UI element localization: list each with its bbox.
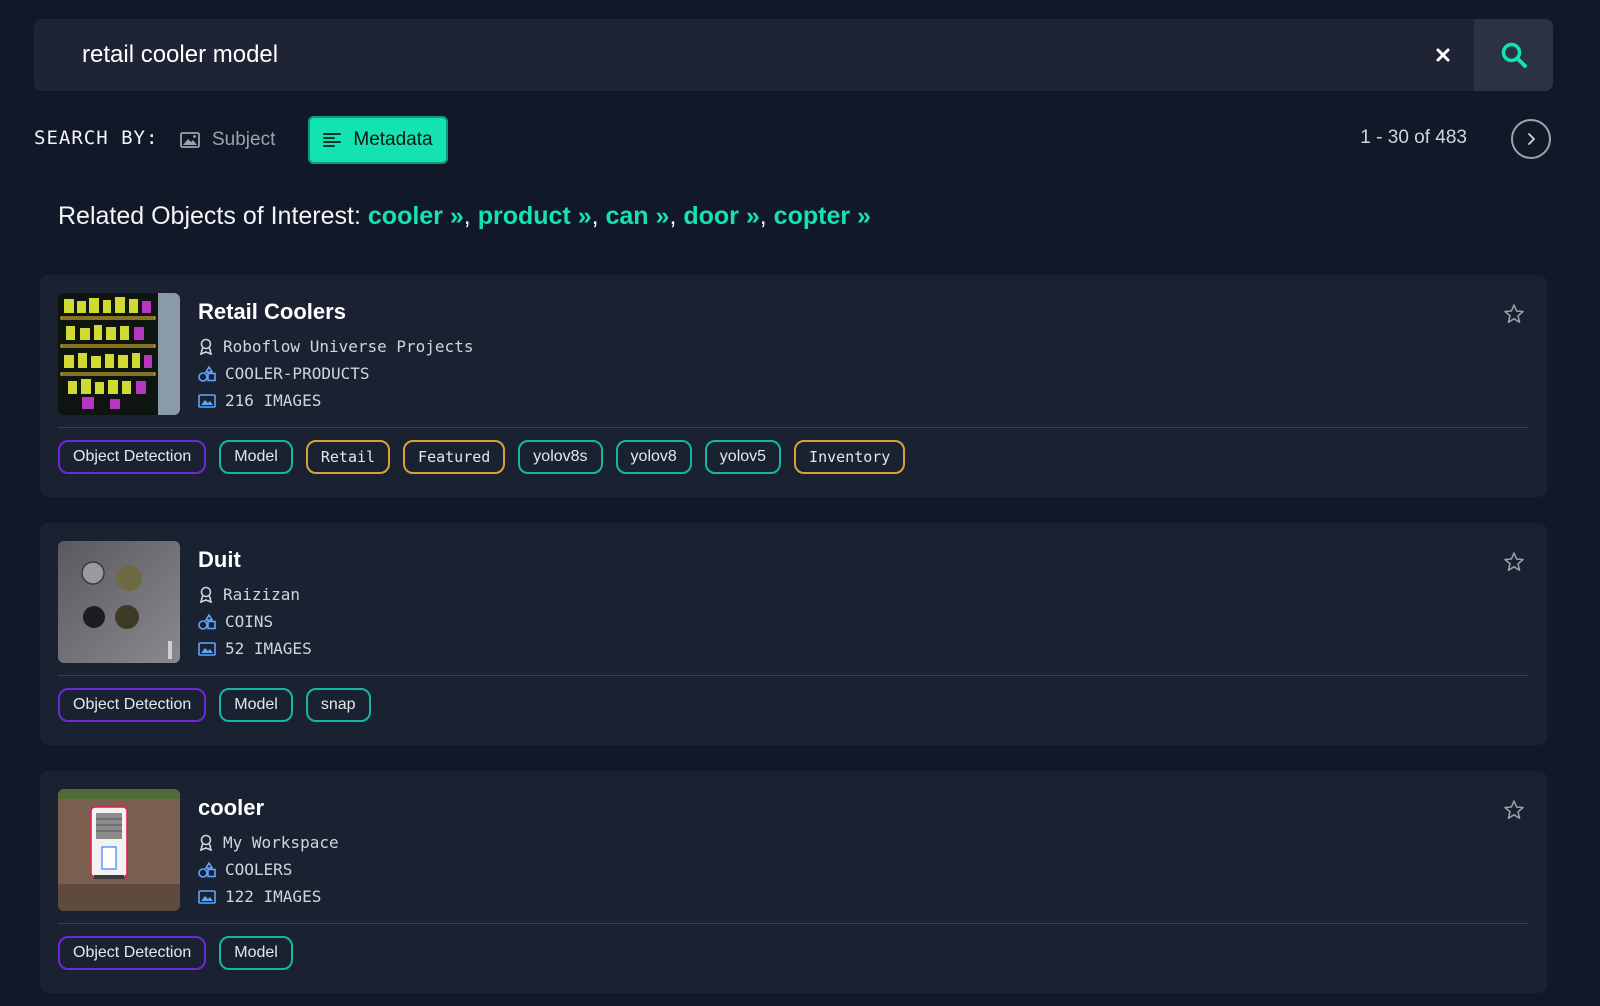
tag-chip[interactable]: Retail — [305, 440, 391, 474]
tag-chip[interactable]: Featured — [403, 440, 506, 474]
tag-chip[interactable]: yolov5 — [704, 440, 782, 474]
images-row: 122 IMAGES — [198, 887, 321, 906]
shapes-icon — [198, 365, 216, 382]
shapes-icon — [198, 861, 216, 878]
shapes-icon — [198, 613, 216, 630]
search-mode-subject[interactable]: Subject — [170, 116, 285, 164]
images-row: 52 IMAGES — [198, 639, 312, 658]
tag-chip[interactable]: Model — [219, 936, 293, 970]
image-icon — [180, 132, 200, 148]
classes-row: COINS — [198, 612, 273, 631]
result-card[interactable]: Duit Raizizan COINS 52 IMAGES Object Det… — [40, 523, 1547, 745]
dataset-classes: COOLER-PRODUCTS — [225, 364, 370, 383]
images-row: 216 IMAGES — [198, 391, 321, 410]
dataset-thumbnail[interactable] — [58, 293, 180, 415]
dataset-title[interactable]: Duit — [198, 547, 241, 573]
related-objects: Related Objects of Interest: cooler », p… — [58, 202, 871, 230]
search-icon — [1501, 42, 1527, 68]
tag-chip[interactable]: Object Detection — [58, 688, 207, 722]
result-card[interactable]: Retail Coolers Roboflow Universe Project… — [40, 275, 1547, 497]
tag-chip[interactable]: yolov8s — [518, 440, 603, 474]
tag-list: Object Detection Model Retail Featured y… — [58, 440, 906, 474]
workspace-icon — [199, 834, 213, 851]
workspace-name[interactable]: My Workspace — [223, 833, 339, 852]
dataset-classes: COOLERS — [225, 860, 293, 879]
workspace-row: My Workspace — [198, 833, 339, 852]
search-by-label: SEARCH BY: — [34, 127, 159, 149]
search-mode-metadata-label: Metadata — [353, 129, 433, 150]
related-link-cooler[interactable]: cooler » — [368, 202, 464, 230]
star-icon[interactable] — [1503, 303, 1525, 325]
dataset-title[interactable]: cooler — [198, 795, 264, 821]
tag-chip[interactable]: Model — [219, 440, 293, 474]
search-input[interactable] — [82, 19, 1382, 91]
related-link-can[interactable]: can » — [606, 202, 670, 230]
workspace-name[interactable]: Raizizan — [223, 585, 300, 604]
related-link-product[interactable]: product » — [478, 202, 592, 230]
close-icon — [1436, 48, 1450, 62]
star-icon[interactable] — [1503, 551, 1525, 573]
related-objects-prefix: Related Objects of Interest: — [58, 202, 361, 230]
tag-chip[interactable]: Object Detection — [58, 440, 207, 474]
tag-list: Object Detection Model — [58, 936, 293, 970]
related-link-copter[interactable]: copter » — [774, 202, 871, 230]
workspace-row: Raizizan — [198, 585, 300, 604]
dataset-thumbnail[interactable] — [58, 541, 180, 663]
chevron-right-icon — [1528, 133, 1535, 145]
text-lines-icon — [323, 133, 342, 147]
tag-chip[interactable]: snap — [305, 688, 371, 722]
clear-search-button[interactable] — [1429, 41, 1457, 69]
workspace-name[interactable]: Roboflow Universe Projects — [223, 337, 473, 356]
next-page-button[interactable] — [1511, 119, 1551, 159]
dataset-title[interactable]: Retail Coolers — [198, 299, 346, 325]
search-button[interactable] — [1474, 19, 1553, 91]
dataset-image-count: 122 IMAGES — [225, 887, 322, 906]
pagination-range: 1 - 30 of 483 — [1360, 127, 1467, 148]
workspace-row: Roboflow Universe Projects — [198, 337, 473, 356]
image-icon — [198, 641, 216, 656]
tag-chip[interactable]: Object Detection — [58, 936, 207, 970]
classes-row: COOLERS — [198, 860, 292, 879]
dataset-image-count: 216 IMAGES — [225, 391, 322, 410]
classes-row: COOLER-PRODUCTS — [198, 364, 370, 383]
related-link-door[interactable]: door » — [683, 202, 759, 230]
image-icon — [198, 889, 216, 904]
star-icon[interactable] — [1503, 799, 1525, 821]
dataset-classes: COINS — [225, 612, 274, 631]
card-divider — [58, 675, 1529, 676]
tag-chip[interactable]: yolov8 — [615, 440, 692, 474]
result-card[interactable]: cooler My Workspace COOLERS 122 IMAGES O… — [40, 771, 1547, 993]
card-divider — [58, 923, 1529, 924]
tag-chip[interactable]: Model — [219, 688, 293, 722]
card-divider — [58, 427, 1529, 428]
tag-chip[interactable]: Inventory — [794, 440, 906, 474]
image-icon — [198, 393, 216, 408]
tag-list: Object Detection Model snap — [58, 688, 371, 722]
workspace-icon — [199, 586, 213, 603]
search-mode-subject-label: Subject — [212, 129, 276, 150]
dataset-image-count: 52 IMAGES — [225, 639, 312, 658]
dataset-thumbnail[interactable] — [58, 789, 180, 911]
search-mode-metadata[interactable]: Metadata — [308, 116, 448, 164]
workspace-icon — [199, 338, 213, 355]
search-bar — [34, 19, 1553, 91]
